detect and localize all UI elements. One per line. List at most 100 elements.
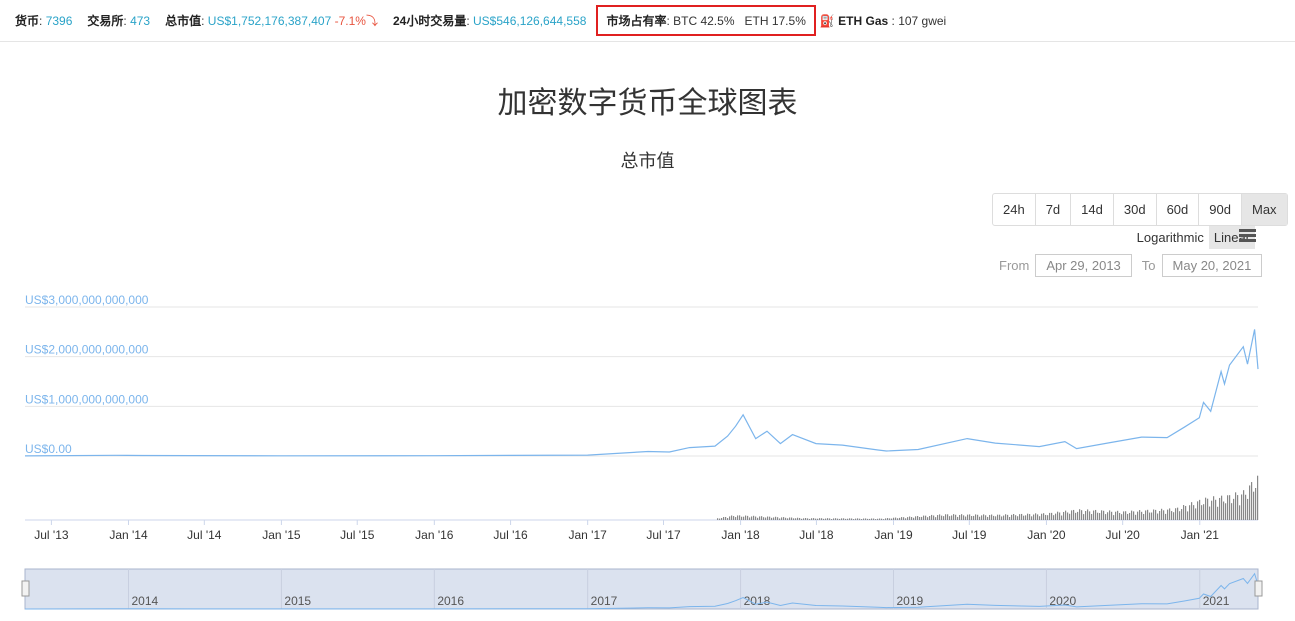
volume-bar <box>1211 500 1213 520</box>
volume-bar <box>937 515 939 520</box>
volume-bar <box>881 518 883 520</box>
volume-bar <box>1169 508 1171 520</box>
volume-bar <box>817 518 819 520</box>
volume-bar <box>771 517 773 520</box>
volume-bar <box>1187 511 1189 520</box>
navigator-handle[interactable] <box>21 580 30 597</box>
volume-bar <box>1243 490 1245 520</box>
volume-bar <box>1175 508 1177 520</box>
volume-bar <box>795 518 797 520</box>
volume-bar <box>1115 511 1117 520</box>
volume-bar <box>861 519 863 520</box>
volume-bar <box>923 515 925 520</box>
volume-bar <box>723 517 725 520</box>
y-tick-label: US$3,000,000,000,000 <box>25 293 149 307</box>
x-tick-label: Jan '18 <box>721 528 760 542</box>
volume-bar <box>745 515 747 520</box>
volume-bar <box>1245 494 1247 520</box>
volume-bar <box>807 518 809 520</box>
volume-bar <box>1191 502 1193 520</box>
navigator-handle[interactable] <box>1254 580 1263 597</box>
volume-bar <box>905 518 907 520</box>
volume-bar <box>1183 505 1185 520</box>
volume-bar <box>769 516 771 520</box>
volume-bar <box>777 517 779 520</box>
volume-bar <box>1233 498 1235 520</box>
volume-bar <box>1103 510 1105 520</box>
volume-bar <box>753 515 755 520</box>
volume-bar <box>849 518 851 520</box>
volume-bar <box>743 516 745 520</box>
volume-bar <box>987 516 989 520</box>
volume-bar <box>783 517 785 520</box>
volume-bar <box>1135 514 1137 520</box>
volume-bar <box>1157 513 1159 520</box>
volume-bar <box>915 516 917 520</box>
volume-bar <box>1029 514 1031 520</box>
volume-bar <box>1133 511 1135 520</box>
volume-bar <box>1085 511 1087 520</box>
volume-bar <box>1071 510 1073 520</box>
volume-bar <box>1077 511 1079 520</box>
volume-bar <box>1037 514 1039 520</box>
volume-bar <box>827 518 829 520</box>
volume-bar <box>1203 504 1205 520</box>
volume-bar <box>1209 506 1211 520</box>
volume-bar <box>1247 498 1249 520</box>
x-tick-label: Jul '13 <box>34 528 69 542</box>
volume-bar <box>1101 510 1103 520</box>
volume-bar <box>965 516 967 520</box>
volume-bar <box>1083 514 1085 520</box>
volume-bar <box>1181 509 1183 520</box>
volume-bar <box>1053 515 1055 520</box>
volume-bar <box>1121 514 1123 520</box>
volume-bar <box>1019 514 1021 520</box>
volume-bar <box>765 517 767 520</box>
volume-bar <box>1043 513 1045 520</box>
volume-bar <box>733 516 735 520</box>
volume-bar <box>871 518 873 520</box>
volume-bar <box>927 517 929 520</box>
volume-bar <box>1013 513 1015 520</box>
volume-bar <box>1025 515 1027 520</box>
x-tick-label: Jul '20 <box>1106 528 1141 542</box>
volume-bar <box>1149 512 1151 520</box>
volume-bar <box>1045 514 1047 520</box>
volume-bar <box>1171 511 1173 520</box>
y-tick-label: US$0.00 <box>25 442 72 456</box>
volume-bar <box>951 515 953 520</box>
volume-bar <box>1155 509 1157 520</box>
volume-bar <box>893 517 895 520</box>
volume-bar <box>997 514 999 520</box>
volume-bar <box>1167 509 1169 520</box>
x-tick-label: Jul '19 <box>952 528 987 542</box>
volume-bar <box>1003 515 1005 520</box>
volume-bar <box>1023 515 1025 520</box>
volume-bar <box>877 518 879 520</box>
volume-bar <box>895 517 897 520</box>
volume-bar <box>833 518 835 520</box>
volume-bar <box>751 516 753 520</box>
volume-bar <box>1251 482 1253 520</box>
navigator-label: 2019 <box>897 594 924 608</box>
volume-bar <box>821 518 823 520</box>
volume-bar <box>1137 511 1139 520</box>
volume-bar <box>903 517 905 520</box>
x-tick-label: Jan '16 <box>415 528 454 542</box>
volume-bar <box>1255 488 1257 520</box>
volume-bar <box>1081 510 1083 520</box>
volume-bar <box>851 518 853 520</box>
volume-bar <box>909 516 911 520</box>
volume-bar <box>1217 506 1219 520</box>
volume-bar <box>1163 510 1165 520</box>
volume-bar <box>995 516 997 520</box>
x-tick-label: Jul '17 <box>646 528 681 542</box>
volume-bar <box>841 518 843 520</box>
volume-bar <box>1021 513 1023 520</box>
volume-bar <box>1109 510 1111 520</box>
volume-bar <box>961 514 963 520</box>
volume-bar <box>939 514 941 520</box>
volume-bar <box>941 515 943 520</box>
volume-bar <box>1107 512 1109 520</box>
navigator-label: 2018 <box>744 594 771 608</box>
